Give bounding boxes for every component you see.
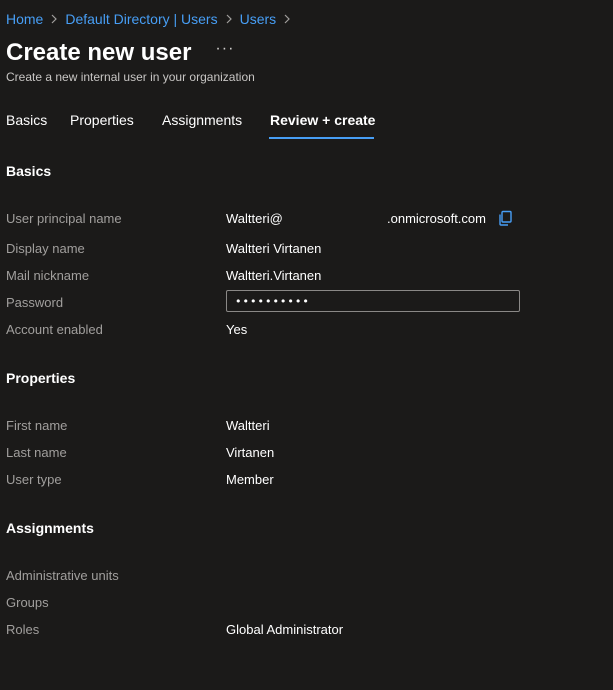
page-subtitle: Create a new internal user in your organ… xyxy=(6,70,255,84)
user-type-label: User type xyxy=(6,472,62,487)
section-title-properties: Properties xyxy=(6,370,76,386)
mail-nickname-value: Waltteri.Virtanen xyxy=(226,268,322,283)
tab-review-create[interactable]: Review + create xyxy=(270,112,375,128)
breadcrumb: Home Default Directory | Users Users xyxy=(6,11,298,27)
section-title-basics: Basics xyxy=(6,163,52,179)
section-title-assignments: Assignments xyxy=(6,520,94,536)
display-name-value: Waltteri Virtanen xyxy=(226,241,322,256)
administrative-units-label: Administrative units xyxy=(6,568,119,583)
breadcrumb-home-link[interactable]: Home xyxy=(6,11,43,27)
chevron-right-icon xyxy=(50,14,58,24)
groups-label: Groups xyxy=(6,595,49,610)
display-name-label: Display name xyxy=(6,241,85,256)
upn-prefix-value: Waltteri@ xyxy=(226,211,283,226)
password-label: Password xyxy=(6,295,64,310)
first-name-label: First name xyxy=(6,418,68,433)
upn-label: User principal name xyxy=(6,211,122,226)
breadcrumb-users-link[interactable]: Users xyxy=(240,11,277,27)
account-enabled-label: Account enabled xyxy=(6,322,103,337)
password-field[interactable]: •••••••••• xyxy=(226,290,520,312)
roles-value: Global Administrator xyxy=(226,622,344,637)
roles-label: Roles xyxy=(6,622,40,637)
first-name-value: Waltteri xyxy=(226,418,270,433)
tab-assignments[interactable]: Assignments xyxy=(162,112,242,128)
tab-basics[interactable]: Basics xyxy=(6,112,47,128)
chevron-right-icon xyxy=(225,14,233,24)
tab-properties[interactable]: Properties xyxy=(70,112,134,128)
active-tab-indicator xyxy=(269,137,374,139)
page-title: Create new user xyxy=(6,39,192,66)
chevron-right-icon xyxy=(283,14,291,24)
copy-icon[interactable] xyxy=(497,210,513,226)
breadcrumb-directory-link[interactable]: Default Directory | Users xyxy=(65,11,217,27)
last-name-label: Last name xyxy=(6,445,67,460)
last-name-value: Virtanen xyxy=(226,445,275,460)
upn-domain-value: .onmicrosoft.com xyxy=(387,211,486,226)
account-enabled-value: Yes xyxy=(226,322,248,337)
mail-nickname-label: Mail nickname xyxy=(6,268,90,283)
title-row: Create new user ··· xyxy=(6,39,234,67)
user-type-value: Member xyxy=(226,472,274,487)
more-options-button[interactable]: ··· xyxy=(215,40,234,58)
